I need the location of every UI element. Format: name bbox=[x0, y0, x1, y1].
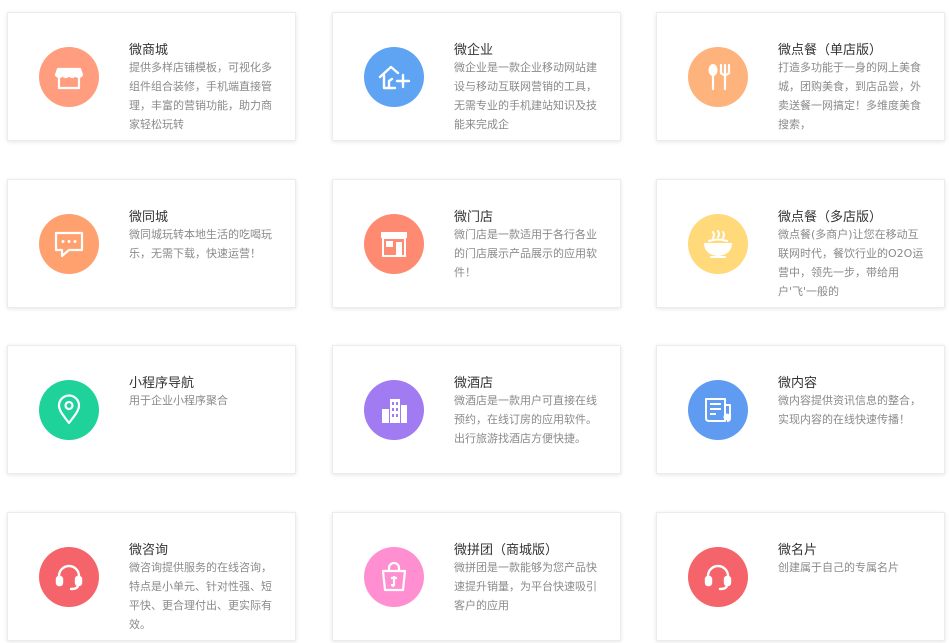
app-grid: 微商城 提供多样店铺模板，可视化多组件组合装修，手机端直接管理，丰富的营销功能，… bbox=[0, 0, 949, 643]
app-card-weiqiye[interactable]: 微企业 微企业是一款企业移动网站建设与移动互联网营销的工具，无需专业的手机建站知… bbox=[332, 12, 621, 141]
app-description: 提供多样店铺模板，可视化多组件组合装修，手机端直接管理，丰富的营销功能，助力商家… bbox=[129, 61, 272, 131]
app-description: 微酒店是一款用户可直接在线预约，在线订房的应用软件。出行旅游找酒店方便快捷。 bbox=[454, 394, 597, 445]
app-card-weimendian[interactable]: 微门店 微门店是一款适用于各行各业的门店展示产品展示的应用软件！ bbox=[332, 179, 621, 308]
app-title: 微拼团（商城版） bbox=[454, 543, 559, 558]
map-pin-icon bbox=[39, 380, 99, 440]
spoon-fork-icon bbox=[688, 47, 748, 107]
app-description: 微拼团是一款能够为您产品快速提升销量，为平台快速吸引客户的应用 bbox=[454, 561, 597, 612]
app-description: 打造多功能于一身的网上美食城，团购美食，到店品尝，外卖送餐一网搞定！多维度美食搜… bbox=[778, 61, 921, 131]
noodle-bowl-icon bbox=[688, 214, 748, 274]
app-description: 微内容提供资讯信息的整合，实现内容的在线快速传播！ bbox=[778, 394, 921, 426]
headset-icon bbox=[688, 547, 748, 607]
app-title: 小程序导航 bbox=[129, 376, 195, 391]
app-card-weijiudian[interactable]: 微酒店 微酒店是一款用户可直接在线预约，在线订房的应用软件。出行旅游找酒店方便快… bbox=[332, 345, 621, 474]
shop-door-icon bbox=[364, 214, 424, 274]
chat-bubble-icon bbox=[39, 214, 99, 274]
shopping-bag-icon bbox=[364, 547, 424, 607]
app-title: 微点餐（单店版） bbox=[778, 43, 883, 58]
headset-icon bbox=[39, 547, 99, 607]
app-title: 微点餐（多店版） bbox=[778, 210, 883, 225]
app-title: 微酒店 bbox=[454, 376, 494, 391]
app-title: 微商城 bbox=[129, 43, 169, 58]
app-description: 创建属于自己的专属名片 bbox=[778, 561, 899, 574]
app-title: 微内容 bbox=[778, 376, 818, 391]
app-card-weimingpian[interactable]: 微名片 创建属于自己的专属名片 bbox=[656, 512, 945, 641]
app-description: 微企业是一款企业移动网站建设与移动互联网营销的工具，无需专业的手机建站知识及技能… bbox=[454, 61, 597, 131]
app-title: 微同城 bbox=[129, 210, 169, 225]
buildings-icon bbox=[364, 380, 424, 440]
app-title: 微名片 bbox=[778, 543, 818, 558]
app-card-weidiancan-multi[interactable]: 微点餐（多店版） 微点餐(多商户)让您在移动互联网时代，餐饮行业的O2O运营中，… bbox=[656, 179, 945, 308]
app-card-weishangcheng[interactable]: 微商城 提供多样店铺模板，可视化多组件组合装修，手机端直接管理，丰富的营销功能，… bbox=[7, 12, 296, 141]
app-description: 微门店是一款适用于各行各业的门店展示产品展示的应用软件！ bbox=[454, 228, 597, 279]
app-title: 微门店 bbox=[454, 210, 494, 225]
app-description: 用于企业小程序聚合 bbox=[129, 394, 228, 407]
app-description: 微同城玩转本地生活的吃喝玩乐，无需下载，快速运营！ bbox=[129, 228, 272, 260]
app-card-weipintuan[interactable]: 微拼团（商城版） 微拼团是一款能够为您产品快速提升销量，为平台快速吸引客户的应用 bbox=[332, 512, 621, 641]
app-card-miniprogram-nav[interactable]: 小程序导航 用于企业小程序聚合 bbox=[7, 345, 296, 474]
newspaper-icon bbox=[688, 380, 748, 440]
app-card-weizixun[interactable]: 微咨询 微咨询提供服务的在线咨询，特点是小单元、针对性强、短平快、更合理付出、更… bbox=[7, 512, 296, 641]
app-title: 微咨询 bbox=[129, 543, 169, 558]
house-plus-icon bbox=[364, 47, 424, 107]
app-description: 微点餐(多商户)让您在移动互联网时代，餐饮行业的O2O运营中，领先一步，带给用户… bbox=[778, 228, 924, 298]
app-description: 微咨询提供服务的在线咨询，特点是小单元、针对性强、短平快、更合理付出、更实际有效… bbox=[129, 561, 272, 631]
app-card-weidiancan-single[interactable]: 微点餐（单店版） 打造多功能于一身的网上美食城，团购美食，到店品尝，外卖送餐一网… bbox=[656, 12, 945, 141]
app-card-weineirong[interactable]: 微内容 微内容提供资讯信息的整合，实现内容的在线快速传播！ bbox=[656, 345, 945, 474]
app-card-weitongcheng[interactable]: 微同城 微同城玩转本地生活的吃喝玩乐，无需下载，快速运营！ bbox=[7, 179, 296, 308]
storefront-icon bbox=[39, 47, 99, 107]
app-title: 微企业 bbox=[454, 43, 494, 58]
